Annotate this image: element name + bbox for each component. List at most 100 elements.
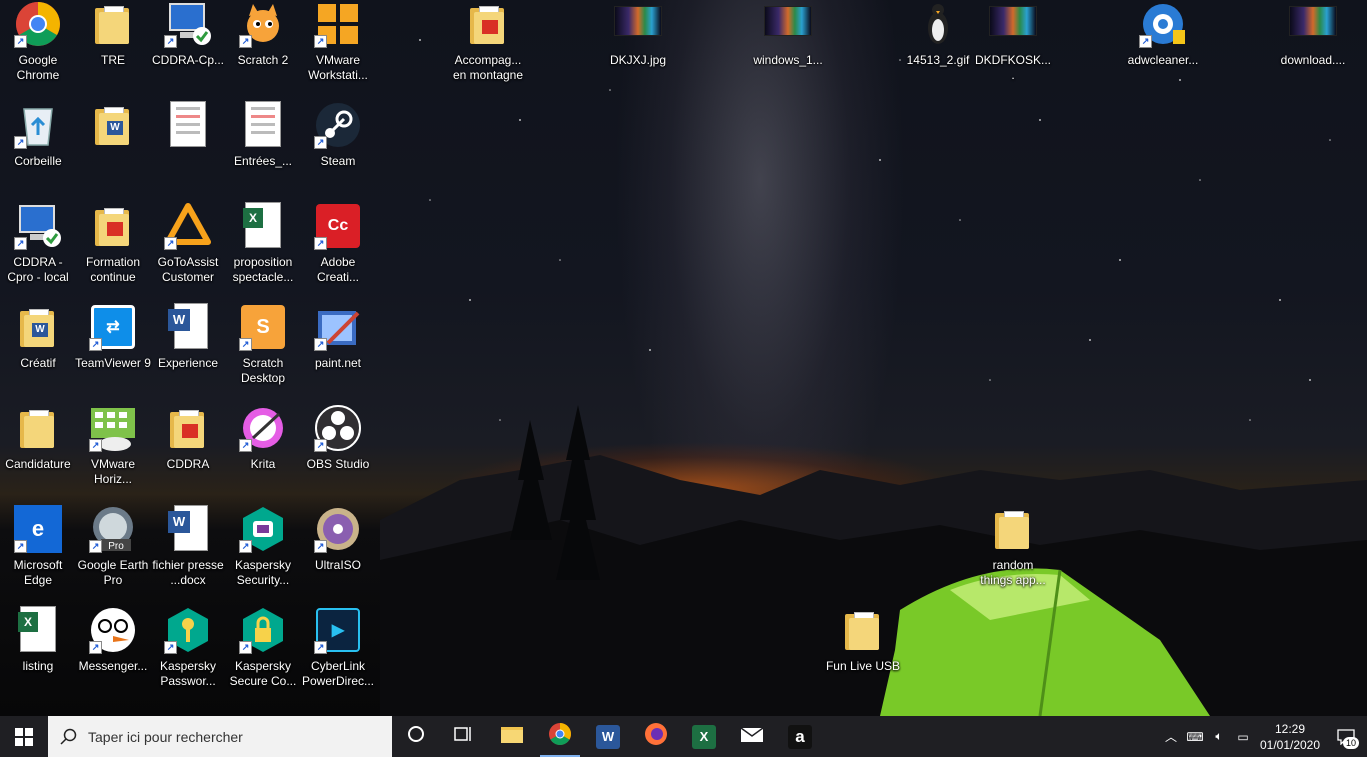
desktop-icon[interactable]: DKDFKOSK.... xyxy=(975,0,1051,96)
desktop-icon-label: listing xyxy=(22,659,54,673)
network-icon[interactable]: ▭ xyxy=(1231,716,1255,757)
desktop-icon[interactable]: ↗ OBS Studio xyxy=(300,404,376,500)
desktop-icon-label: Steam xyxy=(320,154,356,168)
word-folder-icon: W xyxy=(89,101,137,149)
desktop-icon[interactable]: Fun Live USB xyxy=(825,606,901,702)
desktop-icon[interactable]: ▶ ↗ CyberLink PowerDirec... xyxy=(300,606,376,702)
chrome-icon: ↗ xyxy=(14,0,62,48)
desktop-icon[interactable]: ↗ Messenger... xyxy=(75,606,151,702)
word-folder-icon: W xyxy=(14,303,62,351)
kaspersky-vpn-icon: ↗ xyxy=(239,606,287,654)
desktop-icon[interactable]: Cc ↗ Adobe Creati... xyxy=(300,202,376,298)
shortcut-arrow-icon: ↗ xyxy=(164,35,177,48)
desktop-icon[interactable]: W Créatif xyxy=(0,303,76,399)
desktop-icon[interactable]: Accompag... en montagne xyxy=(450,0,526,96)
shortcut-arrow-icon: ↗ xyxy=(239,641,252,654)
cortana-button[interactable] xyxy=(392,716,440,757)
chevron-up-icon[interactable]: ︿ xyxy=(1159,716,1183,757)
file-explorer-button[interactable] xyxy=(488,716,536,757)
desktop-icon[interactable]: ↗ CDDRA - Cpro - local xyxy=(0,202,76,298)
desktop-icon[interactable]: ↗ UltraISO xyxy=(300,505,376,601)
desktop-icon-label: CyberLink PowerDirec... xyxy=(301,659,375,688)
desktop-icon[interactable]: Xlisting xyxy=(0,606,76,702)
mail-button[interactable] xyxy=(728,716,776,757)
desktop-icon-label: GoToAssist Customer xyxy=(157,255,219,284)
desktop-icon[interactable]: ↗ adwcleaner... xyxy=(1125,0,1201,96)
task-view-button[interactable] xyxy=(440,716,488,757)
firefox-icon xyxy=(644,722,668,751)
desktop-icon[interactable]: ↗ Krita xyxy=(225,404,301,500)
desktop-icon[interactable]: ↗ Kaspersky Secure Co... xyxy=(225,606,301,702)
firefox-button[interactable] xyxy=(632,716,680,757)
shortcut-arrow-icon: ↗ xyxy=(314,641,327,654)
desktop-icon-label: paint.net xyxy=(314,356,362,370)
action-center-button[interactable]: 10 xyxy=(1325,716,1367,757)
excel-button[interactable]: X xyxy=(680,716,728,757)
desktop-icon-label: Google Earth Pro xyxy=(77,558,149,587)
image-thumbnail-icon xyxy=(614,0,662,48)
desktop-icon[interactable]: ↗ Steam xyxy=(300,101,376,197)
desktop-icon[interactable]: random things app... xyxy=(975,505,1051,601)
word-button[interactable]: W xyxy=(584,716,632,757)
folder-icon xyxy=(89,0,137,48)
desktop-icon[interactable]: Wfichier presse ...docx xyxy=(150,505,226,601)
desktop-icon[interactable]: ↗ Google Chrome xyxy=(0,0,76,96)
document-thumbnail-icon xyxy=(164,101,212,149)
shortcut-arrow-icon: ↗ xyxy=(239,338,252,351)
desktop-icon[interactable]: ↗ CDDRA-Cp... xyxy=(150,0,226,96)
desktop-icon[interactable]: TRE xyxy=(75,0,151,96)
desktop-icon-label: Messenger... xyxy=(78,659,148,673)
desktop-icon[interactable]: DKJXJ.jpg xyxy=(600,0,676,96)
edge-icon: e ↗ xyxy=(14,505,62,553)
clock[interactable]: 12:29 01/01/2020 xyxy=(1255,721,1325,753)
desktop-icon[interactable]: Entrées_... xyxy=(225,101,301,197)
desktop-icon[interactable]: ↗ GoToAssist Customer xyxy=(150,202,226,298)
desktop-icon[interactable]: ↗ Kaspersky Security... xyxy=(225,505,301,601)
search-box[interactable]: Taper ici pour rechercher xyxy=(48,716,392,757)
desktop-icon-label: TRE xyxy=(101,53,125,67)
shortcut-arrow-icon: ↗ xyxy=(239,439,252,452)
desktop-icon[interactable]: ↗ Corbeille xyxy=(0,101,76,197)
start-button[interactable] xyxy=(0,716,48,757)
shortcut-arrow-icon: ↗ xyxy=(314,338,327,351)
chrome-button[interactable] xyxy=(536,716,584,757)
desktop-icon[interactable]: CDDRA xyxy=(150,404,226,500)
clock-time: 12:29 xyxy=(1274,721,1306,736)
image-thumbnail-icon xyxy=(1289,0,1337,48)
desktop-icon[interactable]: ↗ VMware Horiz... xyxy=(75,404,151,500)
mail-icon xyxy=(740,724,764,749)
desktop-icon[interactable]: ↗ paint.net xyxy=(300,303,376,399)
excel-icon: X xyxy=(692,724,716,749)
shortcut-arrow-icon: ↗ xyxy=(314,136,327,149)
image-thumbnail-icon xyxy=(989,0,1037,48)
desktop-icon[interactable]: W Experience xyxy=(150,303,226,399)
desktop-icon[interactable]: Pro ↗ Google Earth Pro xyxy=(75,505,151,601)
desktop-icon[interactable]: ⇄ ↗ TeamViewer 9 xyxy=(75,303,151,399)
language-icon[interactable]: ⌨ xyxy=(1183,716,1207,757)
desktop-icon[interactable]: ↗ Kaspersky Passwor... xyxy=(150,606,226,702)
desktop-icon[interactable]: S ↗ Scratch Desktop xyxy=(225,303,301,399)
amazon-button[interactable]: a xyxy=(776,716,824,757)
powerdirector-icon: ▶ ↗ xyxy=(314,606,362,654)
desktop-icon[interactable]: Xproposition spectacle... xyxy=(225,202,301,298)
shortcut-arrow-icon: ↗ xyxy=(14,35,27,48)
desktop-icon[interactable]: e ↗ Microsoft Edge xyxy=(0,505,76,601)
search-placeholder: Taper ici pour rechercher xyxy=(88,728,243,745)
desktop-icon[interactable]: Candidature xyxy=(0,404,76,500)
desktop-icon[interactable]: download.... xyxy=(1275,0,1351,96)
desktop-icon[interactable]: W xyxy=(75,101,151,197)
volume-icon[interactable]: 🔈︎ xyxy=(1207,716,1231,757)
steam-icon: ↗ xyxy=(314,101,362,149)
teamviewer-icon: ⇄ ↗ xyxy=(89,303,137,351)
desktop-icon[interactable]: ↗ VMware Workstati... xyxy=(300,0,376,96)
desktop-icon[interactable] xyxy=(150,101,226,197)
desktop-icon-label: DKJXJ.jpg xyxy=(609,53,667,67)
shortcut-arrow-icon: ↗ xyxy=(1139,35,1152,48)
desktop-icon-label: adwcleaner... xyxy=(1127,53,1199,67)
desktop-icon-label: CDDRA xyxy=(166,457,210,471)
desktop-icon[interactable]: Formation continue xyxy=(75,202,151,298)
desktop-icon[interactable]: windows_1... xyxy=(750,0,826,96)
circle-icon xyxy=(407,725,425,748)
desktop-icon[interactable]: ↗ Scratch 2 xyxy=(225,0,301,96)
desktop-icon[interactable]: 14513_2.gif xyxy=(900,0,976,96)
